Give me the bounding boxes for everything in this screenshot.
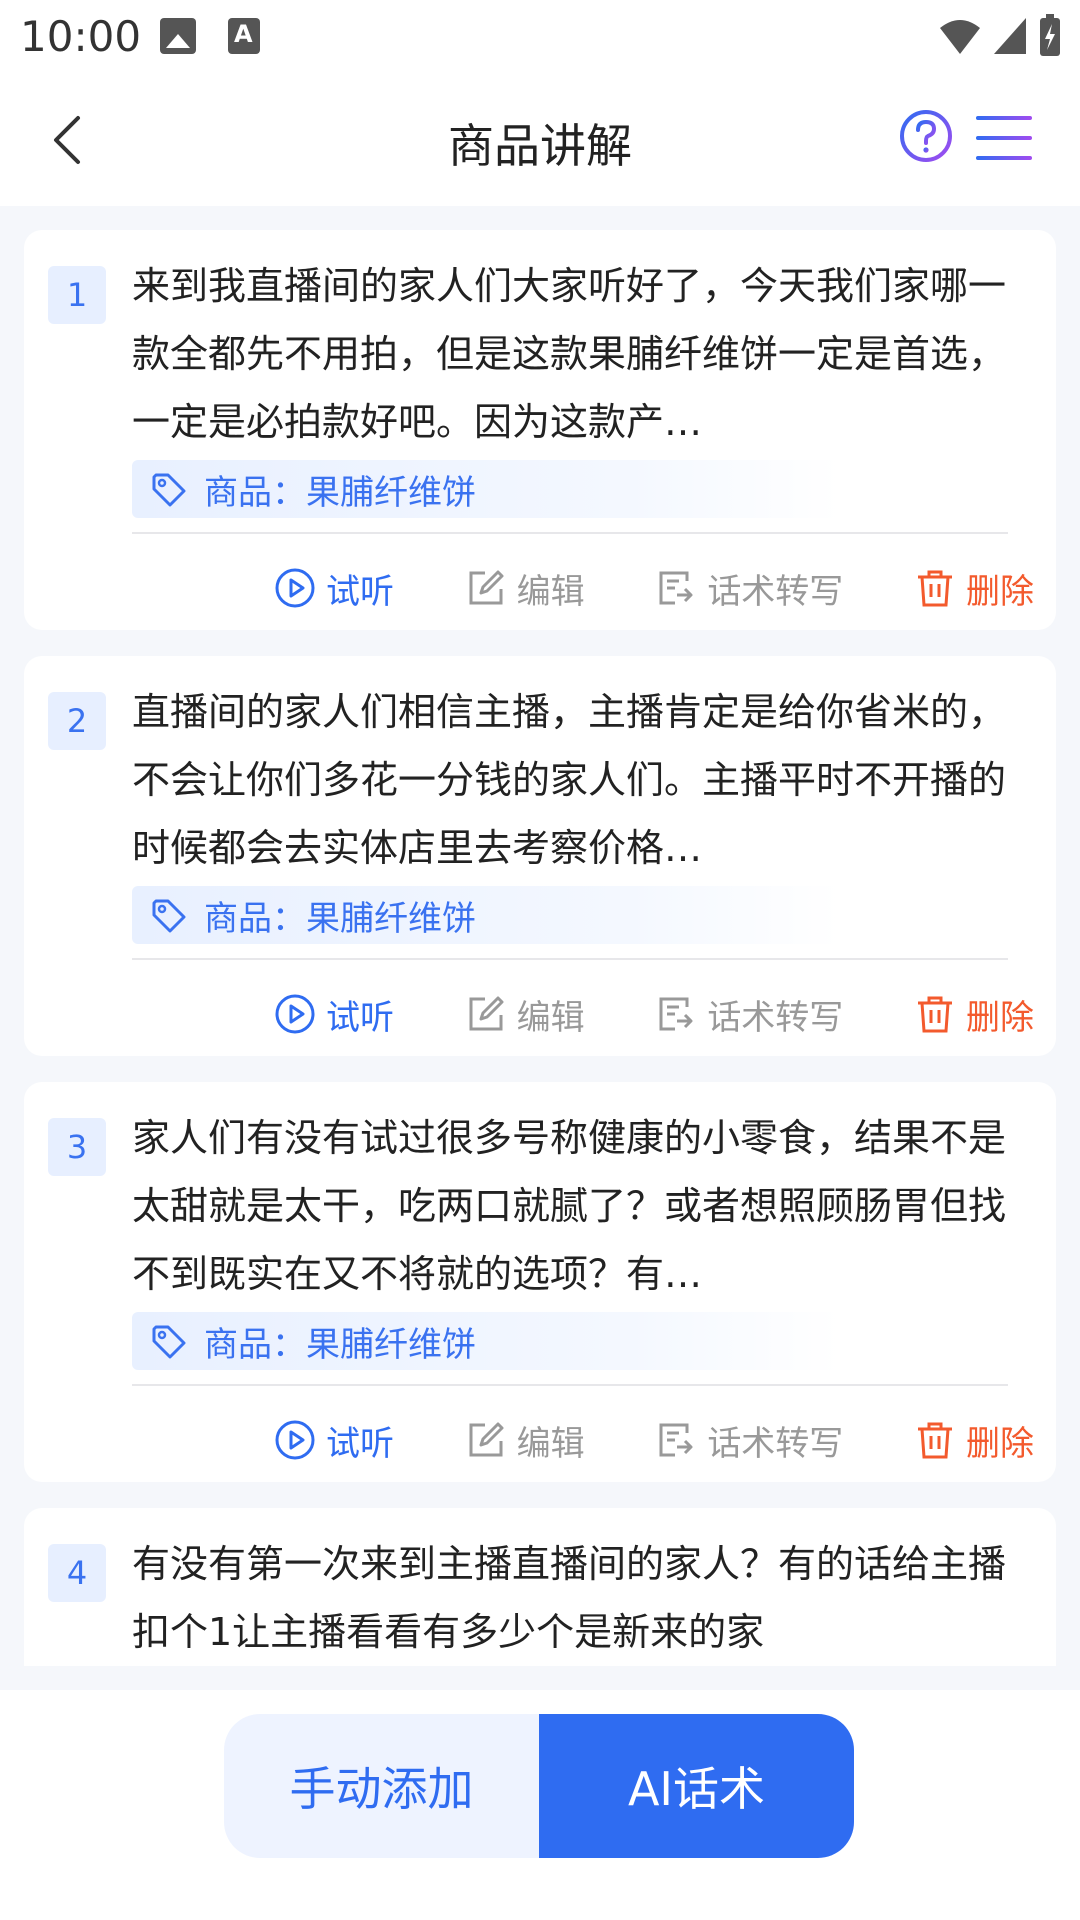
ai-script-button[interactable]: AI话术 — [539, 1714, 854, 1858]
divider — [132, 532, 1008, 534]
card-index: 4 — [48, 1544, 106, 1602]
tag-icon — [152, 473, 186, 507]
play-label: 试听 — [326, 571, 394, 612]
card-text: 有没有第一次来到主播直播间的家人？有的话给主播扣个1让主播看看有多少个是新来的家 — [132, 1542, 1007, 1654]
status-time: 10:00 — [20, 12, 142, 61]
edit-icon — [469, 570, 504, 605]
script-card[interactable]: 3 家人们有没有试过很多号称健康的小零食，结果不是太甜就是太干，吃两口就腻了？或… — [24, 1082, 1056, 1482]
card-actions: 试听 编辑 话术转写 删除 — [274, 986, 1034, 1042]
product-tag: 商品：果脯纤维饼 — [132, 886, 840, 944]
status-bar: 10:00 — [0, 0, 1080, 72]
bottom-button-group: 手动添加 AI话术 — [224, 1714, 854, 1858]
divider — [132, 958, 1008, 960]
product-label: 商品：果脯纤维饼 — [204, 898, 476, 939]
convert-button[interactable]: 话术转写 — [655, 990, 843, 1039]
card-index: 1 — [48, 266, 106, 324]
card-text: 家人们有没有试过很多号称健康的小零食，结果不是太甜就是太干，吃两口就腻了？或者想… — [132, 1116, 1007, 1296]
edit-label: 编辑 — [516, 997, 585, 1038]
script-list[interactable]: 1 来到我直播间的家人们大家听好了，今天我们家哪一款全都先不用拍，但是这款果脯纤… — [24, 230, 1056, 1666]
convert-button[interactable]: 话术转写 — [655, 1416, 843, 1465]
edit-button[interactable]: 编辑 — [465, 1416, 585, 1465]
status-icons — [938, 14, 1062, 58]
wifi-icon — [940, 20, 980, 54]
card-index: 3 — [48, 1118, 106, 1176]
edit-label: 编辑 — [516, 1423, 585, 1464]
nav-bar: 商品讲解 — [0, 72, 1080, 206]
edit-icon — [469, 1422, 504, 1457]
play-icon — [275, 568, 315, 608]
script-card[interactable]: 2 直播间的家人们相信主播，主播肯定是给你省米的，不会让你们多花一分钱的家人们。… — [24, 656, 1056, 1056]
delete-button[interactable]: 删除 — [914, 564, 1034, 613]
convert-icon — [659, 997, 693, 1031]
delete-button[interactable]: 删除 — [914, 990, 1034, 1039]
script-card[interactable]: 4 有没有第一次来到主播直播间的家人？有的话给主播扣个1让主播看看有多少个是新来… — [24, 1508, 1056, 1666]
play-button[interactable]: 试听 — [274, 990, 394, 1039]
signal-icon — [994, 18, 1026, 54]
tag-icon — [152, 899, 186, 933]
card-text: 来到我直播间的家人们大家听好了，今天我们家哪一款全都先不用拍，但是这款果脯纤维饼… — [132, 264, 1007, 444]
divider — [132, 1384, 1008, 1386]
convert-label: 话术转写 — [707, 571, 844, 612]
manual-add-button[interactable]: 手动添加 — [224, 1714, 539, 1858]
menu-icon[interactable] — [976, 112, 1032, 164]
product-label: 商品：果脯纤维饼 — [204, 472, 476, 513]
accessibility-notification-icon — [228, 18, 260, 54]
play-icon — [275, 994, 315, 1034]
play-button[interactable]: 试听 — [274, 1416, 394, 1465]
tag-icon — [152, 1325, 186, 1359]
convert-label: 话术转写 — [707, 1423, 844, 1464]
delete-label: 删除 — [965, 1423, 1034, 1464]
help-icon[interactable] — [898, 108, 954, 164]
convert-icon — [659, 571, 693, 605]
battery-icon — [1040, 14, 1060, 56]
convert-label: 话术转写 — [707, 997, 844, 1038]
card-text: 直播间的家人们相信主播，主播肯定是给你省米的，不会让你们多花一分钱的家人们。主播… — [132, 690, 1007, 870]
edit-icon — [469, 996, 504, 1031]
delete-label: 删除 — [965, 571, 1034, 612]
delete-label: 删除 — [965, 997, 1034, 1038]
convert-icon — [659, 1423, 693, 1457]
play-label: 试听 — [326, 1423, 394, 1464]
card-index: 2 — [48, 692, 106, 750]
play-button[interactable]: 试听 — [274, 564, 394, 613]
play-label: 试听 — [326, 997, 394, 1038]
product-label: 商品：果脯纤维饼 — [204, 1324, 476, 1365]
trash-icon — [917, 996, 952, 1033]
edit-button[interactable]: 编辑 — [465, 564, 585, 613]
trash-icon — [917, 570, 952, 607]
bottom-bar: 手动添加 AI话术 — [0, 1690, 1080, 1920]
card-actions: 试听 编辑 话术转写 删除 — [274, 1412, 1034, 1468]
trash-icon — [917, 1422, 952, 1459]
play-icon — [275, 1420, 315, 1460]
script-card[interactable]: 1 来到我直播间的家人们大家听好了，今天我们家哪一款全都先不用拍，但是这款果脯纤… — [24, 230, 1056, 630]
delete-button[interactable]: 删除 — [914, 1416, 1034, 1465]
image-notification-icon — [160, 18, 196, 54]
convert-button[interactable]: 话术转写 — [655, 564, 843, 613]
card-actions: 试听 编辑 话术转写 删除 — [274, 560, 1034, 616]
product-tag: 商品：果脯纤维饼 — [132, 460, 840, 518]
edit-label: 编辑 — [516, 571, 585, 612]
product-tag: 商品：果脯纤维饼 — [132, 1312, 840, 1370]
edit-button[interactable]: 编辑 — [465, 990, 585, 1039]
